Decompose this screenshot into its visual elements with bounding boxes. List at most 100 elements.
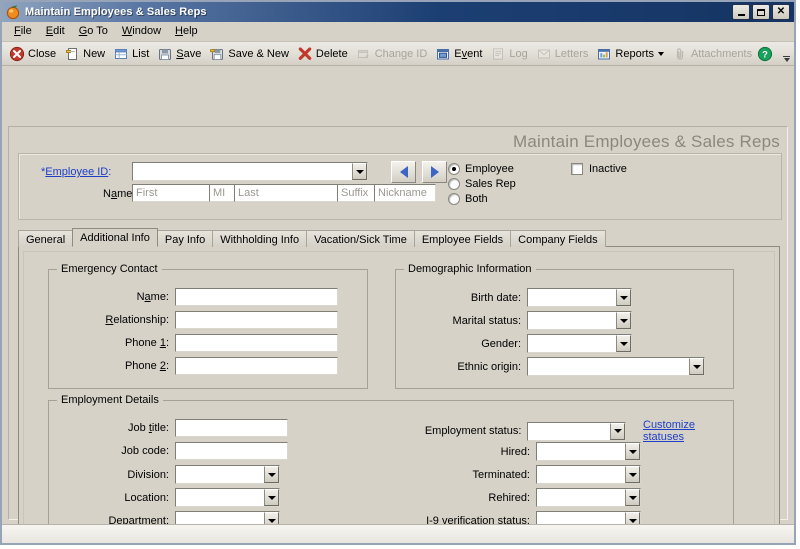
employment-status-combo[interactable] (527, 422, 626, 441)
menu-edit[interactable]: Edit (41, 24, 74, 39)
name-nickname-input[interactable]: Nickname (374, 184, 436, 202)
field-row-division: Division: (59, 465, 280, 484)
name-mi-input[interactable]: MI (209, 184, 235, 202)
rehired-combo[interactable] (536, 488, 641, 507)
toolbar-button-letters: Letters (533, 43, 594, 64)
birth-date-dropdown-button[interactable] (616, 289, 631, 306)
minimize-button[interactable] (732, 4, 750, 20)
ethnic-origin-input[interactable] (528, 358, 689, 375)
inactive-checkbox[interactable]: Inactive (571, 163, 627, 175)
toolbar-button-change-id: Change ID (353, 43, 433, 64)
terminated-combo[interactable] (536, 465, 641, 484)
inactive-checkbox-box[interactable] (571, 163, 583, 175)
hired-input[interactable] (537, 443, 625, 460)
hired-combo[interactable] (536, 442, 641, 461)
department-dropdown-button[interactable] (264, 512, 279, 524)
tab-vacation-sick-time[interactable]: Vacation/Sick Time (306, 230, 415, 247)
radio-sales-rep-indicator[interactable] (448, 178, 460, 190)
next-record-button[interactable] (422, 161, 447, 183)
close-button[interactable]: ✕ (772, 4, 790, 20)
i9-verification-status-dropdown-button[interactable] (625, 512, 640, 524)
location-dropdown-button[interactable] (264, 489, 279, 506)
gender-combo[interactable] (527, 334, 632, 353)
tab-withholding-info[interactable]: Withholding Info (212, 230, 307, 247)
job-title-input[interactable] (175, 419, 288, 437)
i9-verification-status-combo[interactable] (536, 511, 641, 524)
job-code-input[interactable] (175, 442, 288, 460)
tab-company-fields[interactable]: Company Fields (510, 230, 605, 247)
division-dropdown-button[interactable] (264, 466, 279, 483)
group-employment-details: Employment Details Job title: Job code: … (48, 400, 734, 524)
employee-id-dropdown-button[interactable] (352, 163, 367, 180)
employment-status-input[interactable] (528, 423, 610, 440)
birth-date-input[interactable] (528, 289, 616, 306)
tab-pay-info[interactable]: Pay Info (157, 230, 213, 247)
menu-help[interactable]: Help (170, 24, 207, 39)
toolbar-button-save-and-new[interactable]: Save & New (206, 43, 294, 64)
menu-window[interactable]: Window (117, 24, 170, 39)
employee-id-combo[interactable] (132, 162, 368, 181)
customize-statuses-link[interactable]: Customize statuses (643, 419, 733, 443)
name-suffix-input[interactable]: Suffix (337, 184, 375, 202)
emergency-phone1-input[interactable] (175, 334, 338, 352)
i9-verification-status-input[interactable] (537, 512, 625, 524)
radio-employee[interactable]: Employee (448, 163, 516, 175)
marital-status-dropdown-button[interactable] (616, 312, 631, 329)
maximize-button[interactable] (752, 4, 770, 20)
marital-status-label: Marital status: (406, 315, 521, 327)
emergency-name-input[interactable] (175, 288, 338, 306)
field-row-ethnic-origin: Ethnic origin: (406, 357, 705, 376)
radio-sales-rep[interactable]: Sales Rep (448, 178, 516, 190)
tab-general[interactable]: General (18, 230, 73, 247)
emergency-relationship-input[interactable] (175, 311, 338, 329)
name-last-input[interactable]: Last (234, 184, 338, 202)
radio-both-indicator[interactable] (448, 193, 460, 205)
toolbar-button-delete[interactable]: Delete (294, 43, 353, 64)
marital-status-combo[interactable] (527, 311, 632, 330)
employment-status-dropdown-button[interactable] (610, 423, 625, 440)
tab-employee-fields[interactable]: Employee Fields (414, 230, 511, 247)
toolbar-right-group: ? (757, 43, 795, 64)
ethnic-origin-combo[interactable] (527, 357, 705, 376)
marital-status-input[interactable] (528, 312, 616, 329)
division-combo[interactable] (175, 465, 280, 484)
toolbar-overflow-icon[interactable] (781, 43, 792, 64)
tab-additional-info[interactable]: Additional Info (72, 228, 158, 247)
hired-label: Hired: (392, 446, 530, 458)
employee-id-input[interactable] (133, 163, 352, 180)
toolbar-button-save[interactable]: Save (154, 43, 206, 64)
menu-goto[interactable]: Go To (74, 24, 117, 39)
location-combo[interactable] (175, 488, 280, 507)
birth-date-combo[interactable] (527, 288, 632, 307)
menu-file[interactable]: File (9, 24, 41, 39)
gender-input[interactable] (528, 335, 616, 352)
field-row-terminated: Terminated: (392, 465, 641, 484)
terminated-dropdown-button[interactable] (625, 466, 640, 483)
toolbar-button-event[interactable]: Event (432, 43, 487, 64)
toolbar-button-new[interactable]: New (61, 43, 110, 64)
hired-dropdown-button[interactable] (625, 443, 640, 460)
field-row-emergency-relationship: Relationship: (59, 311, 359, 329)
name-first-input[interactable]: First (132, 184, 210, 202)
emergency-phone2-input[interactable] (175, 357, 338, 375)
department-input[interactable] (176, 512, 264, 524)
radio-both[interactable]: Both (448, 193, 516, 205)
toolbar-button-list[interactable]: List (110, 43, 154, 64)
chevron-down-icon[interactable] (658, 52, 664, 56)
group-demographic-information-title: Demographic Information (404, 263, 536, 275)
field-row-department: Department: (59, 511, 280, 524)
toolbar-button-reports[interactable]: Reports (593, 43, 669, 64)
department-combo[interactable] (175, 511, 280, 524)
rehired-input[interactable] (537, 489, 625, 506)
terminated-input[interactable] (537, 466, 625, 483)
previous-record-button[interactable] (391, 161, 416, 183)
gender-dropdown-button[interactable] (616, 335, 631, 352)
help-question-icon[interactable]: ? (757, 46, 773, 62)
radio-both-label: Both (465, 193, 488, 205)
rehired-dropdown-button[interactable] (625, 489, 640, 506)
radio-employee-indicator[interactable] (448, 163, 460, 175)
division-input[interactable] (176, 466, 264, 483)
toolbar-button-close[interactable]: Close (6, 43, 61, 64)
location-input[interactable] (176, 489, 264, 506)
ethnic-origin-dropdown-button[interactable] (689, 358, 704, 375)
